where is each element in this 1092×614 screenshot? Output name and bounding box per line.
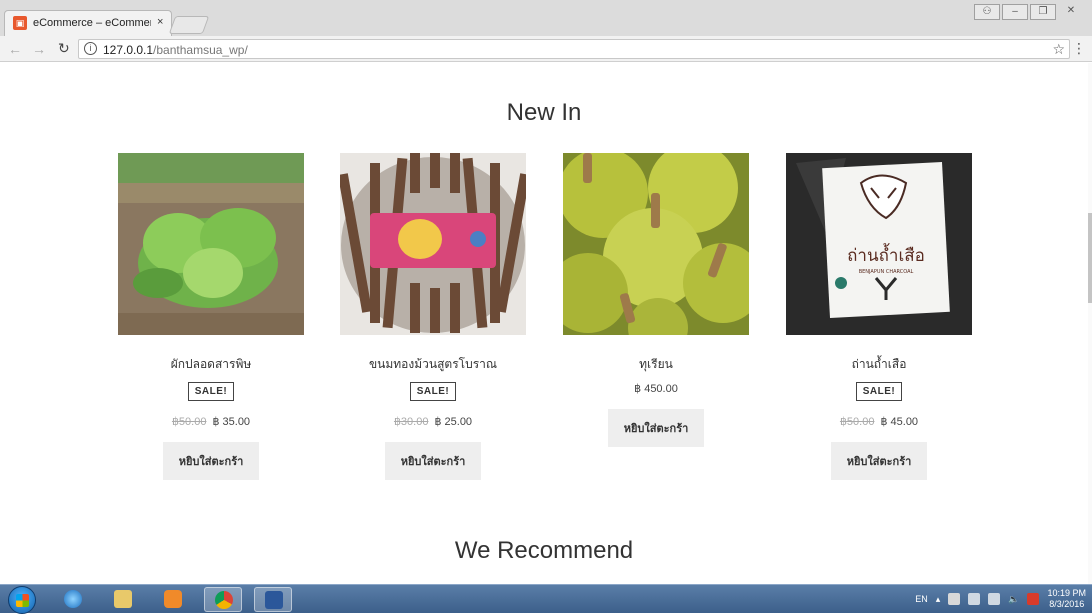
product-price: ฿50.00 ฿ 35.00 (118, 415, 304, 428)
browser-tab-strip: ▣ eCommerce – eCommerc × ⚇ – ❐ ✕ (0, 0, 1092, 36)
clock-date: 8/3/2016 (1049, 599, 1085, 609)
product-price: ฿30.00 ฿ 25.00 (340, 415, 526, 428)
volume-icon[interactable]: 🔈 (1008, 594, 1019, 605)
chrome-menu-icon[interactable]: ⋮ (1072, 40, 1086, 57)
info-icon[interactable]: i (84, 42, 97, 55)
sale-price: ฿ 35.00 (212, 416, 251, 428)
start-button[interactable] (8, 586, 36, 614)
taskbar-media[interactable] (154, 587, 192, 612)
taskbar-word[interactable] (254, 587, 292, 612)
sale-price: ฿ 45.00 (880, 416, 919, 428)
page-scrollbar[interactable] (1088, 63, 1092, 584)
device-icon[interactable] (968, 593, 981, 605)
maximize-button[interactable]: ❐ (1030, 4, 1056, 20)
taskbar-ie[interactable] (54, 587, 92, 612)
toolbar: ← → ↻ i 127.0.0.1/banthamsua_wp/ ☆ ⋮ (0, 36, 1092, 62)
sale-badge: SALE! (855, 382, 903, 401)
windows-logo-icon (16, 594, 29, 607)
product-name[interactable]: ถ่านถ้ำเสือ (786, 355, 972, 374)
sale-badge: SALE! (409, 382, 457, 401)
system-tray: EN ▴ 🔈 10:19 PM 8/3/2016 (915, 588, 1086, 610)
browser-tab[interactable]: ▣ eCommerce – eCommerc × (4, 10, 172, 36)
we-recommend-heading: We Recommend (454, 537, 634, 564)
add-to-cart-button[interactable]: หยิบใส่ตะกร้า (384, 442, 482, 480)
chrome-icon (215, 591, 233, 609)
product-image-vegetable[interactable] (118, 153, 304, 335)
media-player-icon (164, 590, 182, 608)
add-to-cart-button[interactable]: หยิบใส่ตะกร้า (830, 442, 928, 480)
close-window-button[interactable]: ✕ (1058, 4, 1084, 20)
show-hidden-icons-icon[interactable]: ▴ (936, 594, 941, 605)
clock-time: 10:19 PM (1047, 588, 1086, 598)
product-price: ฿ 450.00 (563, 382, 749, 395)
user-icon[interactable]: ⚇ (974, 4, 1000, 20)
old-price: ฿50.00 (839, 416, 875, 428)
internet-explorer-icon (64, 590, 82, 608)
sale-price: ฿ 25.00 (434, 416, 473, 428)
add-to-cart-button[interactable]: หยิบใส่ตะกร้า (162, 442, 260, 480)
regular-price: ฿ 450.00 (634, 383, 678, 395)
sale-badge: SALE! (187, 382, 235, 401)
scrollbar-thumb[interactable] (1088, 213, 1092, 303)
product-card: ผักปลอดสารพิษ SALE! ฿50.00 ฿ 35.00 หยิบใส… (118, 153, 304, 480)
windows-taskbar: EN ▴ 🔈 10:19 PM 8/3/2016 (0, 584, 1092, 614)
tab-close-icon[interactable]: × (157, 16, 163, 28)
old-price: ฿30.00 (393, 416, 429, 428)
svg-text:BENJAPUN CHARCOAL: BENJAPUN CHARCOAL (859, 269, 914, 275)
antivirus-icon[interactable] (1027, 593, 1040, 605)
folder-icon (114, 590, 132, 608)
language-indicator[interactable]: EN (915, 594, 928, 604)
product-image-durian[interactable] (563, 153, 749, 335)
reload-icon[interactable]: ↻ (58, 40, 70, 57)
svg-text:ถ่านถ้ำเสือ: ถ่านถ้ำเสือ (847, 243, 925, 266)
network-icon[interactable] (988, 593, 1001, 605)
address-bar[interactable]: i 127.0.0.1/banthamsua_wp/ ☆ (78, 39, 1070, 59)
product-name[interactable]: ทุเรียน (563, 355, 749, 374)
product-card: ทุเรียน ฿ 450.00 หยิบใส่ตะกร้า (563, 153, 749, 447)
forward-icon[interactable]: → (32, 41, 46, 57)
word-icon (265, 591, 283, 609)
product-card: ถ่านถ้ำเสือ BENJAPUN CHARCOAL ถ่านถ้ำเสื… (786, 153, 972, 480)
product-name[interactable]: ผักปลอดสารพิษ (118, 355, 304, 374)
flag-icon[interactable] (948, 593, 961, 605)
page-content: New In ผักปลอดสารพิษ SALE! ฿50.00 ฿ 35.00… (0, 63, 1088, 584)
bookmark-star-icon[interactable]: ☆ (1052, 41, 1065, 58)
window-controls: ⚇ – ❐ ✕ (974, 4, 1084, 20)
taskbar-chrome[interactable] (204, 587, 242, 612)
add-to-cart-button[interactable]: หยิบใส่ตะกร้า (607, 409, 705, 447)
tab-title: eCommerce – eCommerc (33, 17, 151, 29)
new-tab-button[interactable] (168, 16, 210, 34)
minimize-button[interactable]: – (1002, 4, 1028, 20)
product-image-wafer-rolls[interactable] (340, 153, 526, 335)
product-image-charcoal[interactable]: ถ่านถ้ำเสือ BENJAPUN CHARCOAL (786, 153, 972, 335)
product-card: ขนมทองม้วนสูตรโบราณ SALE! ฿30.00 ฿ 25.00 … (340, 153, 526, 480)
back-icon[interactable]: ← (8, 41, 22, 57)
url-text[interactable]: 127.0.0.1/banthamsua_wp/ (103, 43, 248, 57)
product-name[interactable]: ขนมทองม้วนสูตรโบราณ (340, 355, 526, 374)
new-in-heading: New In (506, 99, 582, 126)
product-price: ฿50.00 ฿ 45.00 (786, 415, 972, 428)
old-price: ฿50.00 (171, 416, 207, 428)
taskbar-explorer[interactable] (104, 587, 142, 612)
favicon-icon: ▣ (13, 16, 27, 30)
clock[interactable]: 10:19 PM 8/3/2016 (1047, 588, 1086, 610)
